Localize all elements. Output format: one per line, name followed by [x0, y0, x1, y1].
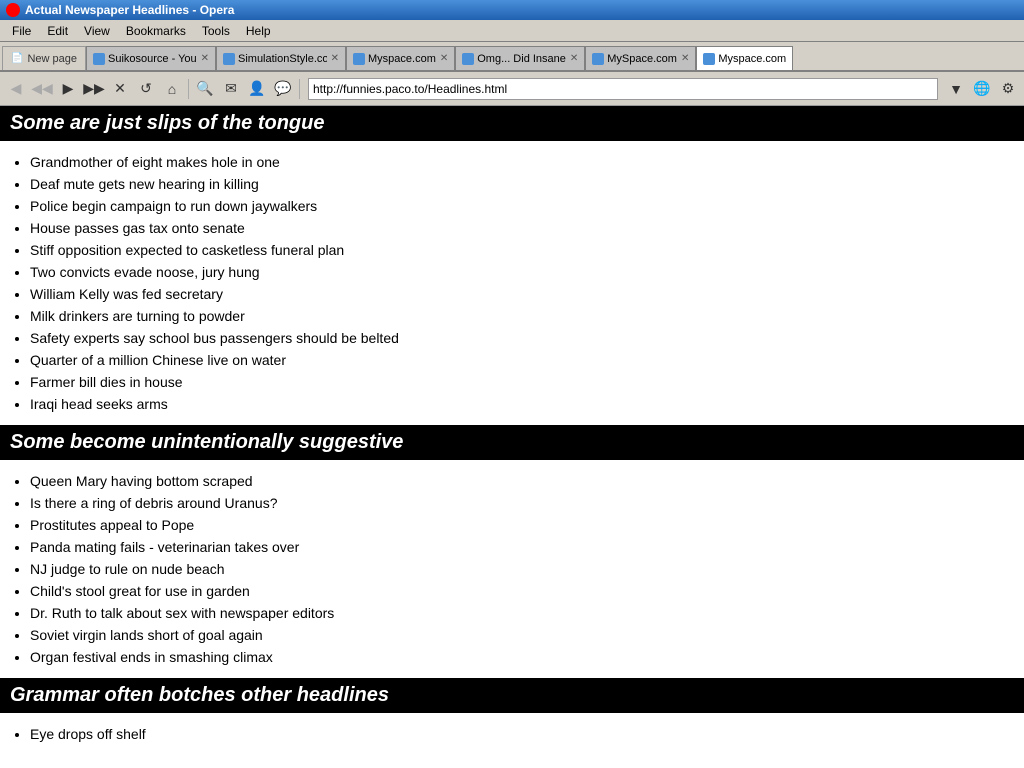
list-item: Queen Mary having bottom scraped: [30, 470, 1004, 492]
list-item: NJ judge to rule on nude beach: [30, 558, 1004, 580]
tab-simulationstyle[interactable]: SimulationStyle.com :.... ✕: [216, 46, 346, 70]
tab-omg[interactable]: Omg... Did Insane..... ✕: [455, 46, 585, 70]
menu-bar: File Edit View Bookmarks Tools Help: [0, 20, 1024, 42]
list-item: Deaf mute gets new hearing in killing: [30, 173, 1004, 195]
tab-new-page-icon: 📄: [11, 53, 23, 64]
tab-myspace2-close[interactable]: ✕: [681, 53, 689, 64]
tab-simulationstyle-icon: [223, 53, 235, 65]
tab-suikosource[interactable]: Suikosource - Your So.... ✕: [86, 46, 216, 70]
list-item: Is there a ring of debris around Uranus?: [30, 492, 1004, 514]
list-item: Police begin campaign to run down jaywal…: [30, 195, 1004, 217]
menu-help[interactable]: Help: [238, 22, 279, 40]
globe-icon: 🌐: [970, 77, 994, 101]
menu-edit[interactable]: Edit: [39, 22, 76, 40]
address-bar-container: [308, 78, 938, 100]
tab-myspace2-icon: [592, 53, 604, 65]
tab-simulationstyle-close[interactable]: ✕: [331, 53, 339, 64]
opera-icon: [6, 3, 20, 17]
list-item: Dr. Ruth to talk about sex with newspape…: [30, 602, 1004, 624]
list-item: Prostitutes appeal to Pope: [30, 514, 1004, 536]
toolbar-separator-1: [188, 79, 189, 99]
tab-myspace2[interactable]: MySpace.com ✕: [585, 46, 696, 70]
list-item: Organ festival ends in smashing climax: [30, 646, 1004, 668]
section-header-suggestive: Some become unintentionally suggestive: [0, 425, 1024, 460]
forward-button[interactable]: ▶: [56, 77, 80, 101]
tab-bar: 📄 New page Suikosource - Your So.... ✕ S…: [0, 42, 1024, 72]
chat-button[interactable]: 💬: [271, 77, 295, 101]
tab-myspace3[interactable]: Myspace.com: [696, 46, 793, 70]
list-item: Child's stool great for use in garden: [30, 580, 1004, 602]
menu-bookmarks[interactable]: Bookmarks: [118, 22, 194, 40]
section-suggestive-list: Queen Mary having bottom scraped Is ther…: [0, 460, 1024, 678]
list-item: Quarter of a million Chinese live on wat…: [30, 349, 1004, 371]
back-button[interactable]: ◀: [4, 77, 28, 101]
address-input[interactable]: [313, 82, 933, 96]
tab-omg-close[interactable]: ✕: [570, 53, 578, 64]
list-item: Soviet virgin lands short of goal again: [30, 624, 1004, 646]
section-header-grammar: Grammar often botches other headlines: [0, 678, 1024, 713]
section-grammar-list: Eye drops off shelf: [0, 713, 1024, 755]
list-item: Milk drinkers are turning to powder: [30, 305, 1004, 327]
section-slips-list: Grandmother of eight makes hole in one D…: [0, 141, 1024, 425]
list-item: William Kelly was fed secretary: [30, 283, 1004, 305]
search-button[interactable]: 🔍: [193, 77, 217, 101]
menu-view[interactable]: View: [76, 22, 118, 40]
list-item: Farmer bill dies in house: [30, 371, 1004, 393]
tab-myspace1[interactable]: Myspace.com ✕: [346, 46, 455, 70]
reload-button[interactable]: ↺: [134, 77, 158, 101]
tab-myspace3-icon: [703, 53, 715, 65]
fastforward-button[interactable]: ▶▶: [82, 77, 106, 101]
menu-tools[interactable]: Tools: [194, 22, 238, 40]
list-item: Safety experts say school bus passengers…: [30, 327, 1004, 349]
list-item: Eye drops off shelf: [30, 723, 1004, 745]
tab-new-page[interactable]: 📄 New page: [2, 46, 86, 70]
contacts-button[interactable]: 👤: [245, 77, 269, 101]
tab-myspace1-close[interactable]: ✕: [440, 53, 448, 64]
mail-button[interactable]: ✉: [219, 77, 243, 101]
address-dropdown-button[interactable]: ▼: [944, 77, 968, 101]
home-button[interactable]: ⌂: [160, 77, 184, 101]
stop-button[interactable]: ✕: [108, 77, 132, 101]
toolbar: ◀ ◀◀ ▶ ▶▶ ✕ ↺ ⌂ 🔍 ✉ 👤 💬 ▼ 🌐 ⚙: [0, 72, 1024, 106]
tab-suikosource-icon: [93, 53, 105, 65]
window-title: Actual Newspaper Headlines - Opera: [25, 3, 234, 17]
list-item: Two convicts evade noose, jury hung: [30, 261, 1004, 283]
toolbar-separator-2: [299, 79, 300, 99]
menu-file[interactable]: File: [4, 22, 39, 40]
tab-suikosource-close[interactable]: ✕: [201, 53, 209, 64]
list-item: House passes gas tax onto senate: [30, 217, 1004, 239]
settings-button[interactable]: ⚙: [996, 77, 1020, 101]
rewind-button[interactable]: ◀◀: [30, 77, 54, 101]
title-bar: Actual Newspaper Headlines - Opera: [0, 0, 1024, 20]
section-header-slips: Some are just slips of the tongue: [0, 106, 1024, 141]
tab-omg-icon: [462, 53, 474, 65]
tab-myspace1-icon: [353, 53, 365, 65]
page-content: Some are just slips of the tongue Grandm…: [0, 106, 1024, 768]
list-item: Panda mating fails - veterinarian takes …: [30, 536, 1004, 558]
list-item: Stiff opposition expected to casketless …: [30, 239, 1004, 261]
list-item: Grandmother of eight makes hole in one: [30, 151, 1004, 173]
list-item: Iraqi head seeks arms: [30, 393, 1004, 415]
